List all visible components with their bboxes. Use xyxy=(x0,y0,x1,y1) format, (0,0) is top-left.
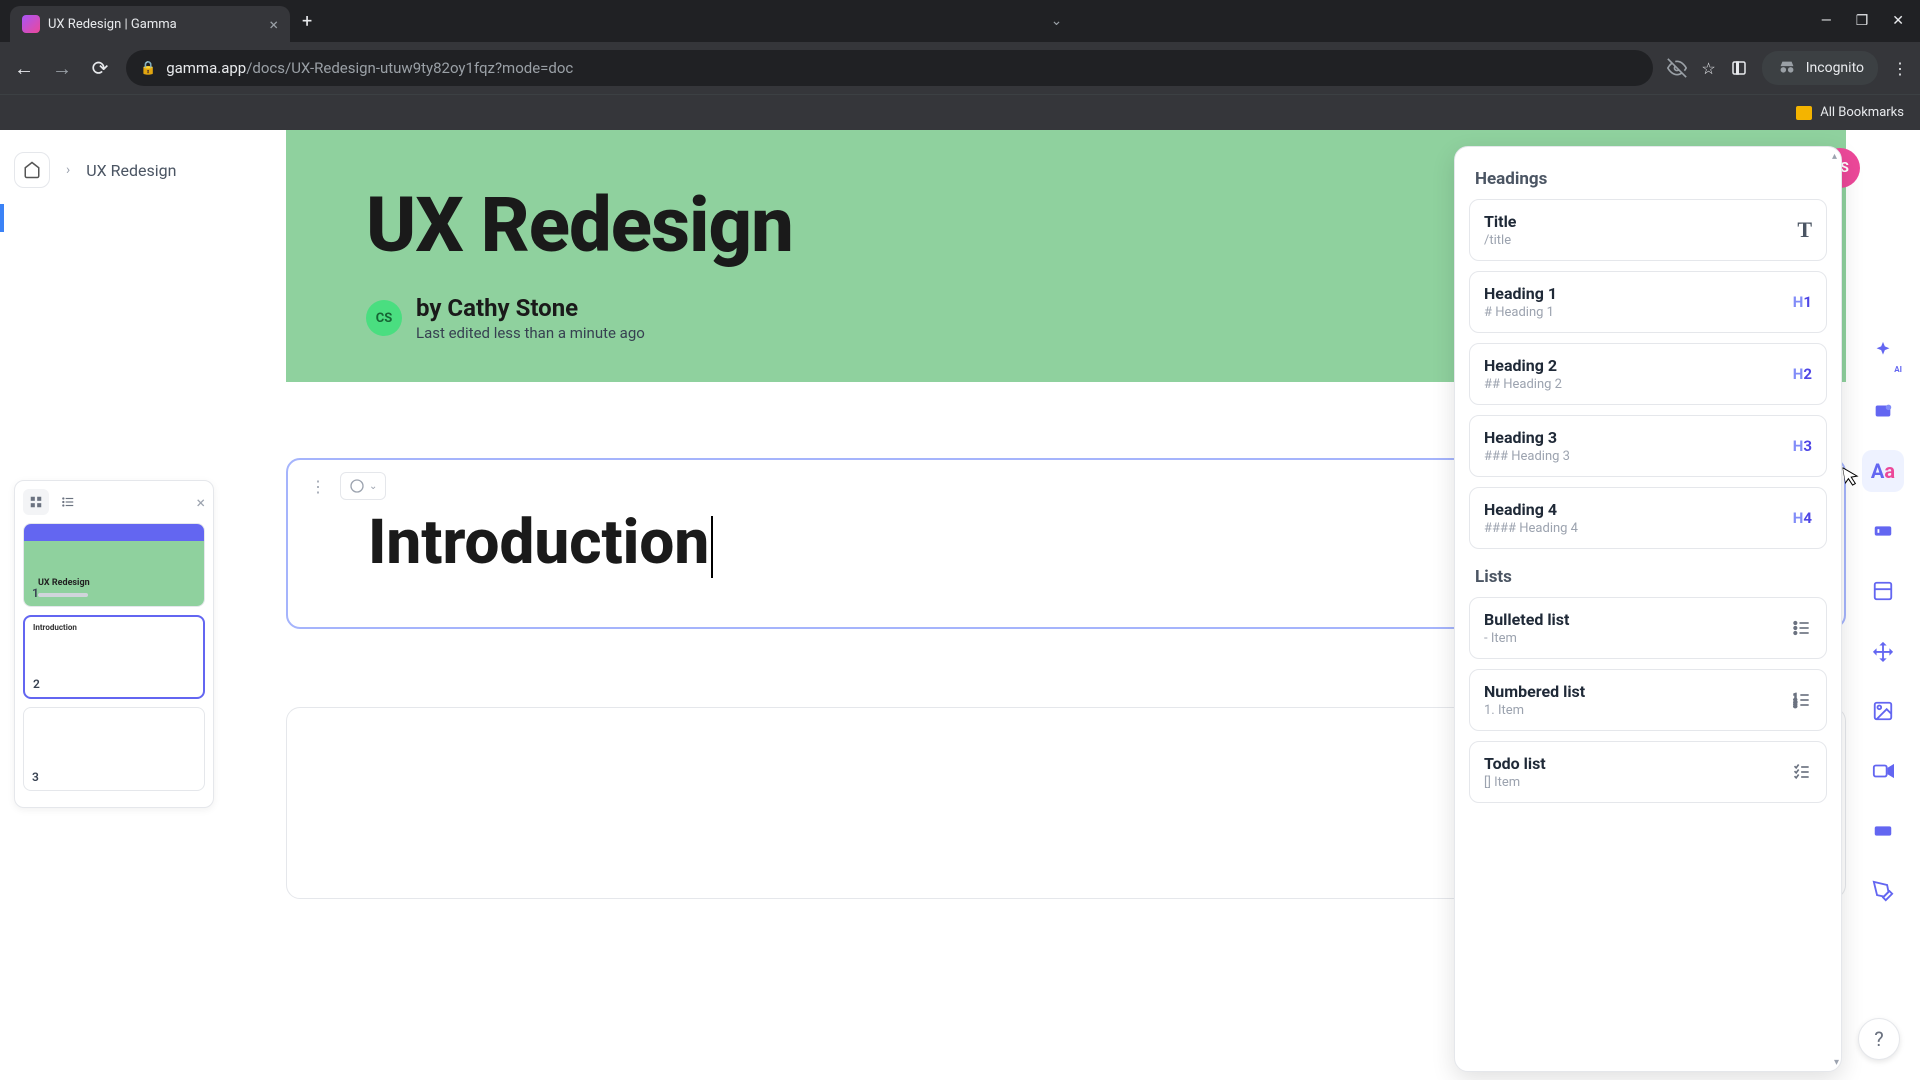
h1-icon: H1 xyxy=(1793,293,1812,311)
minimize-icon[interactable]: — xyxy=(1821,13,1832,29)
author-avatar: CS xyxy=(366,300,402,336)
all-bookmarks-button[interactable]: All Bookmarks xyxy=(1820,105,1904,120)
slide-3-number: 3 xyxy=(32,770,39,784)
close-tab-icon[interactable]: × xyxy=(269,15,278,34)
slide-1-title: UX Redesign xyxy=(30,575,198,591)
insert-heading-4[interactable]: Heading 4 #### Heading 4 H4 xyxy=(1469,487,1827,549)
left-accent-bar xyxy=(0,204,4,232)
panel-scroll-down[interactable]: ▾ xyxy=(1834,1057,1839,1068)
bookmark-star-icon[interactable]: ☆ xyxy=(1701,59,1715,78)
browser-tab-strip: UX Redesign | Gamma × + ⌄ — ❐ ✕ xyxy=(0,0,1920,42)
insert-title[interactable]: Title /title T xyxy=(1469,199,1827,261)
incognito-icon xyxy=(1776,57,1798,79)
maximize-icon[interactable]: ❐ xyxy=(1856,13,1869,29)
insert-heading-1[interactable]: Heading 1 # Heading 1 H1 xyxy=(1469,271,1827,333)
visual-button[interactable] xyxy=(1862,630,1904,672)
todo-list-icon xyxy=(1792,762,1812,782)
video-button[interactable] xyxy=(1862,750,1904,792)
folder-icon xyxy=(1796,106,1812,120)
address-bar-row: ← → ⟳ 🔒 gamma.app/docs/UX-Redesign-utuw9… xyxy=(0,42,1920,94)
image-button[interactable] xyxy=(1862,690,1904,732)
back-button[interactable]: ← xyxy=(12,56,36,81)
bullet-list-icon xyxy=(1792,618,1812,638)
insert-numbered-list[interactable]: Numbered list 1. Item 123 xyxy=(1469,669,1827,731)
close-slides-panel[interactable]: × xyxy=(196,493,205,512)
slide-2-title: Introduction xyxy=(25,617,203,638)
lock-icon: 🔒 xyxy=(140,61,156,76)
section-lists: Lists xyxy=(1475,567,1821,587)
last-edited: Last edited less than a minute ago xyxy=(416,324,645,342)
incognito-label: Incognito xyxy=(1806,60,1864,76)
h2-icon: H2 xyxy=(1793,365,1812,383)
extensions-icon[interactable] xyxy=(1730,59,1748,77)
breadcrumb: › UX Redesign xyxy=(14,152,176,188)
tab-search-icon[interactable]: ⌄ xyxy=(1051,13,1063,29)
grid-view-tab[interactable] xyxy=(23,489,49,515)
ai-sparkle-button[interactable]: AI xyxy=(1862,330,1904,372)
slide-2-number: 2 xyxy=(33,677,40,691)
right-icon-rail: AI Aa xyxy=(1860,330,1906,912)
h3-icon: H3 xyxy=(1793,437,1812,455)
slide-thumb-2[interactable]: Introduction 2 xyxy=(23,615,205,699)
card-templates-button[interactable] xyxy=(1862,390,1904,432)
forward-button[interactable]: → xyxy=(50,56,74,81)
block-color-menu[interactable]: ⌄ xyxy=(340,472,386,500)
new-tab-button[interactable]: + xyxy=(302,11,312,32)
url-text: gamma.app/docs/UX-Redesign-utuw9ty82oy1f… xyxy=(166,59,573,77)
h4-icon: H4 xyxy=(1793,509,1812,527)
numbered-list-icon: 123 xyxy=(1792,690,1812,710)
title-icon: T xyxy=(1797,217,1812,243)
browser-menu-icon[interactable]: ⋮ xyxy=(1892,59,1908,78)
tab-title: UX Redesign | Gamma xyxy=(48,17,261,32)
reload-button[interactable]: ⟳ xyxy=(88,56,112,80)
text-cursor xyxy=(711,516,713,578)
list-view-tab[interactable] xyxy=(55,489,81,515)
form-button[interactable] xyxy=(1862,870,1904,912)
chevron-right-icon: › xyxy=(66,162,70,178)
bookmarks-bar: All Bookmarks xyxy=(0,94,1920,130)
slide-thumb-1[interactable]: UX Redesign 1 xyxy=(23,523,205,607)
insert-panel: ▴ Headings Title /title T Heading 1 # He… xyxy=(1454,146,1842,1072)
block-toolbar: ⋮ ⌄ xyxy=(304,472,386,500)
url-bar[interactable]: 🔒 gamma.app/docs/UX-Redesign-utuw9ty82oy… xyxy=(126,50,1653,86)
insert-heading-2[interactable]: Heading 2 ## Heading 2 H2 xyxy=(1469,343,1827,405)
drag-handle-icon[interactable]: ⋮ xyxy=(304,472,332,500)
close-window-icon[interactable]: ✕ xyxy=(1892,13,1904,29)
home-button[interactable] xyxy=(14,152,50,188)
browser-tab[interactable]: UX Redesign | Gamma × xyxy=(10,6,290,42)
breadcrumb-title[interactable]: UX Redesign xyxy=(86,161,176,180)
incognito-badge[interactable]: Incognito xyxy=(1762,51,1878,85)
insert-bulleted-list[interactable]: Bulleted list - Item xyxy=(1469,597,1827,659)
slide-thumb-3[interactable]: 3 xyxy=(23,707,205,791)
mouse-cursor xyxy=(1842,465,1861,487)
embed-button[interactable] xyxy=(1862,810,1904,852)
callout-button[interactable] xyxy=(1862,510,1904,552)
section-headings: Headings xyxy=(1475,169,1821,189)
slides-panel: × UX Redesign 1 Introduction 2 3 xyxy=(14,480,214,808)
help-button[interactable]: ? xyxy=(1858,1018,1900,1060)
layout-button[interactable] xyxy=(1862,570,1904,612)
insert-heading-3[interactable]: Heading 3 ### Heading 3 H3 xyxy=(1469,415,1827,477)
panel-scroll-up[interactable]: ▴ xyxy=(1830,149,1839,164)
author-name: by Cathy Stone xyxy=(416,294,645,322)
svg-text:3: 3 xyxy=(1794,704,1798,710)
eye-off-icon[interactable] xyxy=(1667,58,1687,78)
slide-1-number: 1 xyxy=(32,586,39,600)
gamma-favicon xyxy=(22,15,40,33)
text-formatting-button[interactable]: Aa xyxy=(1862,450,1904,492)
insert-todo-list[interactable]: Todo list [] Item xyxy=(1469,741,1827,803)
window-controls: — ❐ ✕ xyxy=(1821,13,1920,29)
app-viewport: › UX Redesign Theme CS UX Redesign CS by… xyxy=(0,130,1920,1080)
